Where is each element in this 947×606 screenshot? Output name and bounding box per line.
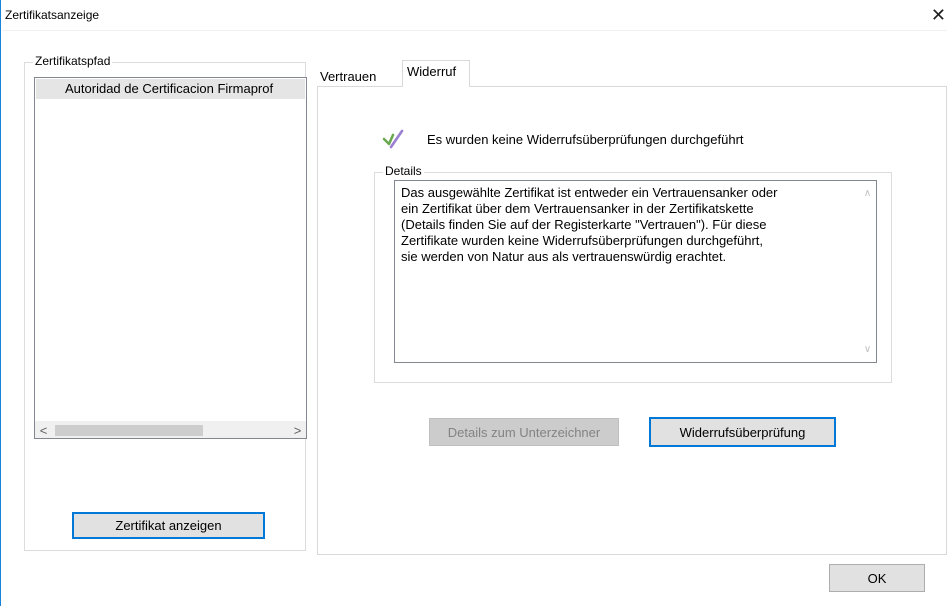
certificate-viewer-window: Zertifikatsanzeige ✕ Zertifikatspfad Aut… (0, 0, 947, 606)
certificate-path-tree[interactable]: Autoridad de Certificacion Firmaprof < > (34, 77, 307, 439)
vertical-scrollbar[interactable]: ∧ ∨ (859, 181, 876, 362)
close-icon[interactable]: ✕ (926, 0, 947, 30)
scroll-left-icon[interactable]: < (35, 422, 52, 438)
scrollbar-thumb[interactable] (55, 425, 203, 436)
title-divider (2, 30, 947, 31)
title-bar: Zertifikatsanzeige ✕ (1, 0, 947, 30)
tab-revocation[interactable]: Widerruf (402, 60, 470, 87)
scroll-down-icon[interactable]: ∨ (859, 341, 876, 358)
check-icon (382, 129, 404, 149)
signer-details-button[interactable]: Details zum Unterzeichner (429, 418, 619, 446)
tree-item[interactable]: Autoridad de Certificacion Firmaprof (36, 79, 305, 99)
revocation-status: Es wurden keine Widerrufsüberprüfungen d… (381, 128, 744, 150)
revocation-check-button[interactable]: Widerrufsüberprüfung (649, 417, 836, 447)
ok-button[interactable]: OK (829, 564, 925, 592)
horizontal-scrollbar[interactable]: < > (35, 421, 306, 438)
details-text: Das ausgewählte Zertifikat ist entweder … (401, 185, 778, 264)
tab-trust[interactable]: Vertrauen (316, 66, 380, 88)
revocation-status-text: Es wurden keine Widerrufsüberprüfungen d… (427, 131, 744, 147)
details-textbox[interactable]: Das ausgewählte Zertifikat ist entweder … (394, 180, 877, 363)
details-legend: Details (383, 164, 424, 178)
scroll-up-icon[interactable]: ∧ (859, 185, 876, 202)
scroll-right-icon[interactable]: > (289, 422, 306, 438)
window-title: Zertifikatsanzeige (5, 8, 100, 22)
certificate-path-legend: Zertifikatspfad (33, 54, 113, 68)
show-certificate-button[interactable]: Zertifikat anzeigen (72, 512, 265, 539)
